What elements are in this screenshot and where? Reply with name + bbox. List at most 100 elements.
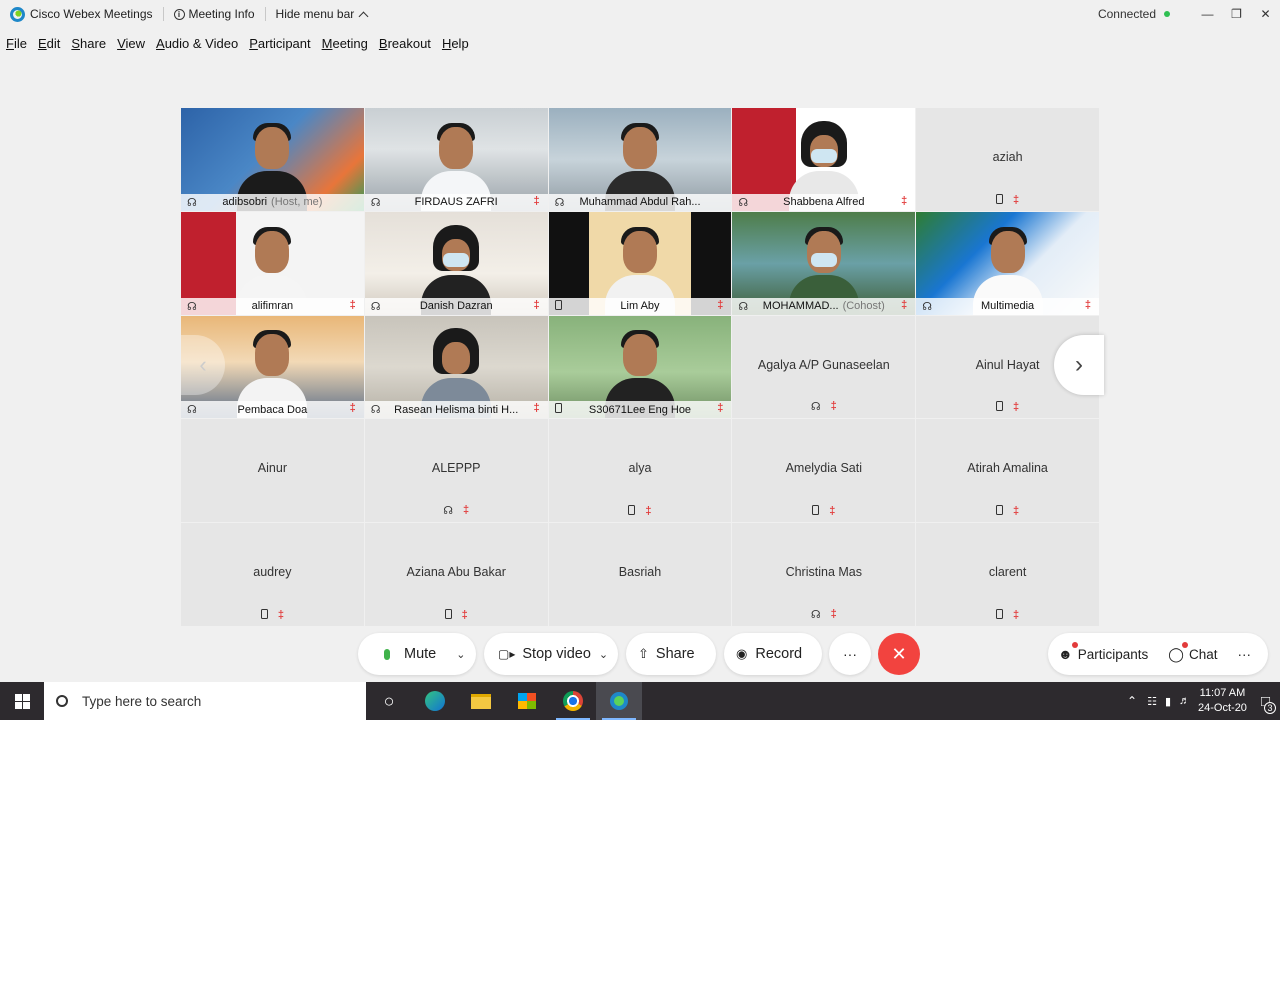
headset-icon: ☊ bbox=[443, 505, 454, 518]
record-button[interactable]: ◉ Record bbox=[724, 633, 822, 675]
participant-name: clarent bbox=[988, 565, 1027, 580]
muted-mic-icon: ‡ bbox=[349, 402, 356, 415]
participant-tile[interactable]: ☊ Muhammad Abdul Rah... bbox=[548, 108, 732, 211]
headset-icon: ☊ bbox=[187, 300, 197, 313]
participant-tile[interactable]: ☊ Rasean Helisma binti H... ‡ bbox=[364, 315, 548, 419]
participant-tile[interactable]: ☊ MOHAMMAD... (Cohost) ‡ bbox=[732, 211, 916, 315]
hide-menu-bar-button[interactable]: Hide menu bar bbox=[266, 0, 378, 28]
window-controls: — ❐ ✕ bbox=[1193, 0, 1280, 28]
stop-video-button[interactable]: ▢▸ Stop video ⌄ bbox=[484, 633, 618, 675]
chevron-up-icon bbox=[358, 11, 369, 21]
participant-tile[interactable]: ☊ Multimedia ‡ bbox=[916, 211, 1099, 315]
chevron-down-icon[interactable]: ⌄ bbox=[456, 648, 465, 661]
webex-taskbar-button[interactable] bbox=[596, 682, 642, 720]
participant-tile[interactable]: aziah ‡ bbox=[916, 108, 1099, 211]
meeting-controls: Mute ⌄ ▢▸ Stop video ⌄ ⇧ Share ◉ Record … bbox=[0, 633, 1280, 675]
participant-tile[interactable]: audrey ‡ bbox=[181, 523, 364, 626]
participant-tile[interactable]: Lim Aby ‡ bbox=[548, 211, 732, 315]
edge-taskbar-button[interactable] bbox=[412, 682, 458, 720]
mute-button[interactable]: Mute ⌄ bbox=[358, 633, 476, 675]
headset-icon: ☊ bbox=[554, 196, 565, 209]
start-button[interactable] bbox=[0, 682, 44, 720]
participant-tile[interactable]: clarent ‡ bbox=[916, 523, 1099, 626]
muted-mic-icon: ‡ bbox=[645, 505, 652, 518]
menu-bar: File Edit Share View Audio & Video Parti… bbox=[0, 32, 480, 54]
menu-audio-video[interactable]: Audio & Video bbox=[156, 36, 238, 51]
muted-mic-icon: ‡ bbox=[533, 402, 540, 415]
participant-tile[interactable]: Atirah Amalina ‡ bbox=[916, 419, 1099, 523]
headset-icon: ☊ bbox=[187, 404, 197, 417]
title-bar: Cisco Webex Meetings i Meeting Info Hide… bbox=[0, 0, 1280, 28]
participant-name: aziah bbox=[992, 150, 1023, 164]
participant-name: Danish Dazran bbox=[365, 300, 548, 312]
share-button[interactable]: ⇧ Share bbox=[626, 633, 716, 675]
participant-tile[interactable]: Aziana Abu Bakar ‡ bbox=[364, 523, 548, 626]
participant-tile[interactable]: Agalya A/P Gunaseelan ☊ ‡ bbox=[732, 315, 916, 419]
muted-mic-icon: ‡ bbox=[1013, 505, 1020, 518]
battery-icon[interactable]: ▮ bbox=[1165, 695, 1171, 708]
phone-icon bbox=[996, 401, 1004, 412]
menu-edit[interactable]: Edit bbox=[38, 36, 60, 51]
muted-mic-icon: ‡ bbox=[349, 298, 356, 311]
meeting-info-button[interactable]: i Meeting Info bbox=[164, 0, 265, 28]
menu-file[interactable]: File bbox=[6, 36, 27, 51]
participant-tile[interactable]: ☊ FIRDAUS ZAFRI ‡ bbox=[364, 108, 548, 211]
chrome-taskbar-button[interactable] bbox=[550, 682, 596, 720]
participant-tile[interactable]: ☊ alifimran ‡ bbox=[181, 211, 364, 315]
more-options-button[interactable]: ··· bbox=[829, 633, 871, 675]
participant-status-icons: ‡ bbox=[549, 505, 732, 517]
clock[interactable]: 11:07 AM 24-Oct-20 bbox=[1198, 686, 1247, 716]
volume-icon[interactable]: ♬ bbox=[1179, 695, 1190, 707]
notification-center-icon[interactable]: □ 3 bbox=[1261, 693, 1276, 714]
participant-label-bar: ☊ MOHAMMAD... (Cohost) ‡ bbox=[732, 297, 916, 315]
store-taskbar-button[interactable] bbox=[504, 682, 550, 720]
participant-name: Amelydia Sati bbox=[785, 461, 862, 476]
participant-tile[interactable]: Christina Mas ☊ ‡ bbox=[732, 523, 916, 626]
menu-breakout[interactable]: Breakout bbox=[379, 36, 431, 51]
network-icon[interactable]: ☷ bbox=[1147, 695, 1157, 708]
menu-help[interactable]: Help bbox=[442, 36, 469, 51]
store-icon bbox=[518, 693, 536, 709]
participant-tile[interactable]: ☊ Shabbena Alfred ‡ bbox=[732, 108, 916, 211]
chat-button[interactable]: ◯ Chat bbox=[1158, 633, 1227, 675]
panel-more-button[interactable]: ··· bbox=[1227, 633, 1261, 675]
menu-meeting[interactable]: Meeting bbox=[322, 36, 368, 51]
participant-status-icons: ☊ ‡ bbox=[732, 400, 915, 413]
participant-status-icons: ☊ ‡ bbox=[365, 504, 548, 517]
menu-share[interactable]: Share bbox=[71, 36, 106, 51]
participant-tile[interactable]: Amelydia Sati ‡ bbox=[732, 419, 916, 523]
participant-tile[interactable]: alya ‡ bbox=[548, 419, 732, 523]
participant-tile[interactable]: ☊ adibsobri (Host, me) bbox=[181, 108, 364, 211]
participants-button[interactable]: ☻ Participants bbox=[1048, 633, 1158, 675]
participant-tile[interactable]: ☊ Danish Dazran ‡ bbox=[364, 211, 548, 315]
file-explorer-taskbar-button[interactable] bbox=[458, 682, 504, 720]
participant-name: Atirah Amalina bbox=[967, 461, 1048, 476]
participant-name: Christina Mas bbox=[785, 565, 862, 580]
participant-label-bar: ☊ FIRDAUS ZAFRI ‡ bbox=[364, 193, 548, 211]
close-window-button[interactable]: ✕ bbox=[1251, 0, 1280, 28]
minimize-button[interactable]: — bbox=[1193, 0, 1222, 28]
menu-participant[interactable]: Participant bbox=[249, 36, 310, 51]
restore-button[interactable]: ❐ bbox=[1222, 0, 1251, 28]
participant-status-icons: ‡ bbox=[916, 505, 1099, 517]
participant-tile[interactable]: S30671Lee Eng Hoe ‡ bbox=[548, 315, 732, 419]
side-panel-controls: ☻ Participants ◯ Chat ··· bbox=[1048, 633, 1268, 675]
taskbar-search[interactable]: Type here to search bbox=[44, 682, 366, 720]
participant-tile[interactable]: Ainur bbox=[181, 419, 364, 523]
notification-dot-icon bbox=[1182, 642, 1189, 648]
end-meeting-button[interactable]: ✕ bbox=[878, 633, 920, 675]
chevron-down-icon[interactable]: ⌄ bbox=[599, 648, 608, 661]
task-view-button[interactable]: ○ bbox=[366, 682, 412, 720]
muted-mic-icon: ‡ bbox=[830, 607, 837, 620]
participant-tile[interactable]: Basriah bbox=[548, 523, 732, 626]
participant-name: MOHAMMAD... (Cohost) bbox=[732, 300, 915, 312]
participant-tile[interactable]: ALEPPP ☊ ‡ bbox=[364, 419, 548, 523]
phone-icon bbox=[260, 608, 268, 619]
chevron-up-icon[interactable]: ⌃ bbox=[1127, 694, 1137, 708]
muted-mic-icon: ‡ bbox=[277, 608, 284, 621]
phone-icon bbox=[554, 403, 562, 414]
participant-name: audrey bbox=[253, 565, 292, 580]
muted-mic-icon: ‡ bbox=[830, 400, 837, 413]
menu-view[interactable]: View bbox=[117, 36, 145, 51]
participant-status-icons: ‡ bbox=[732, 505, 915, 517]
